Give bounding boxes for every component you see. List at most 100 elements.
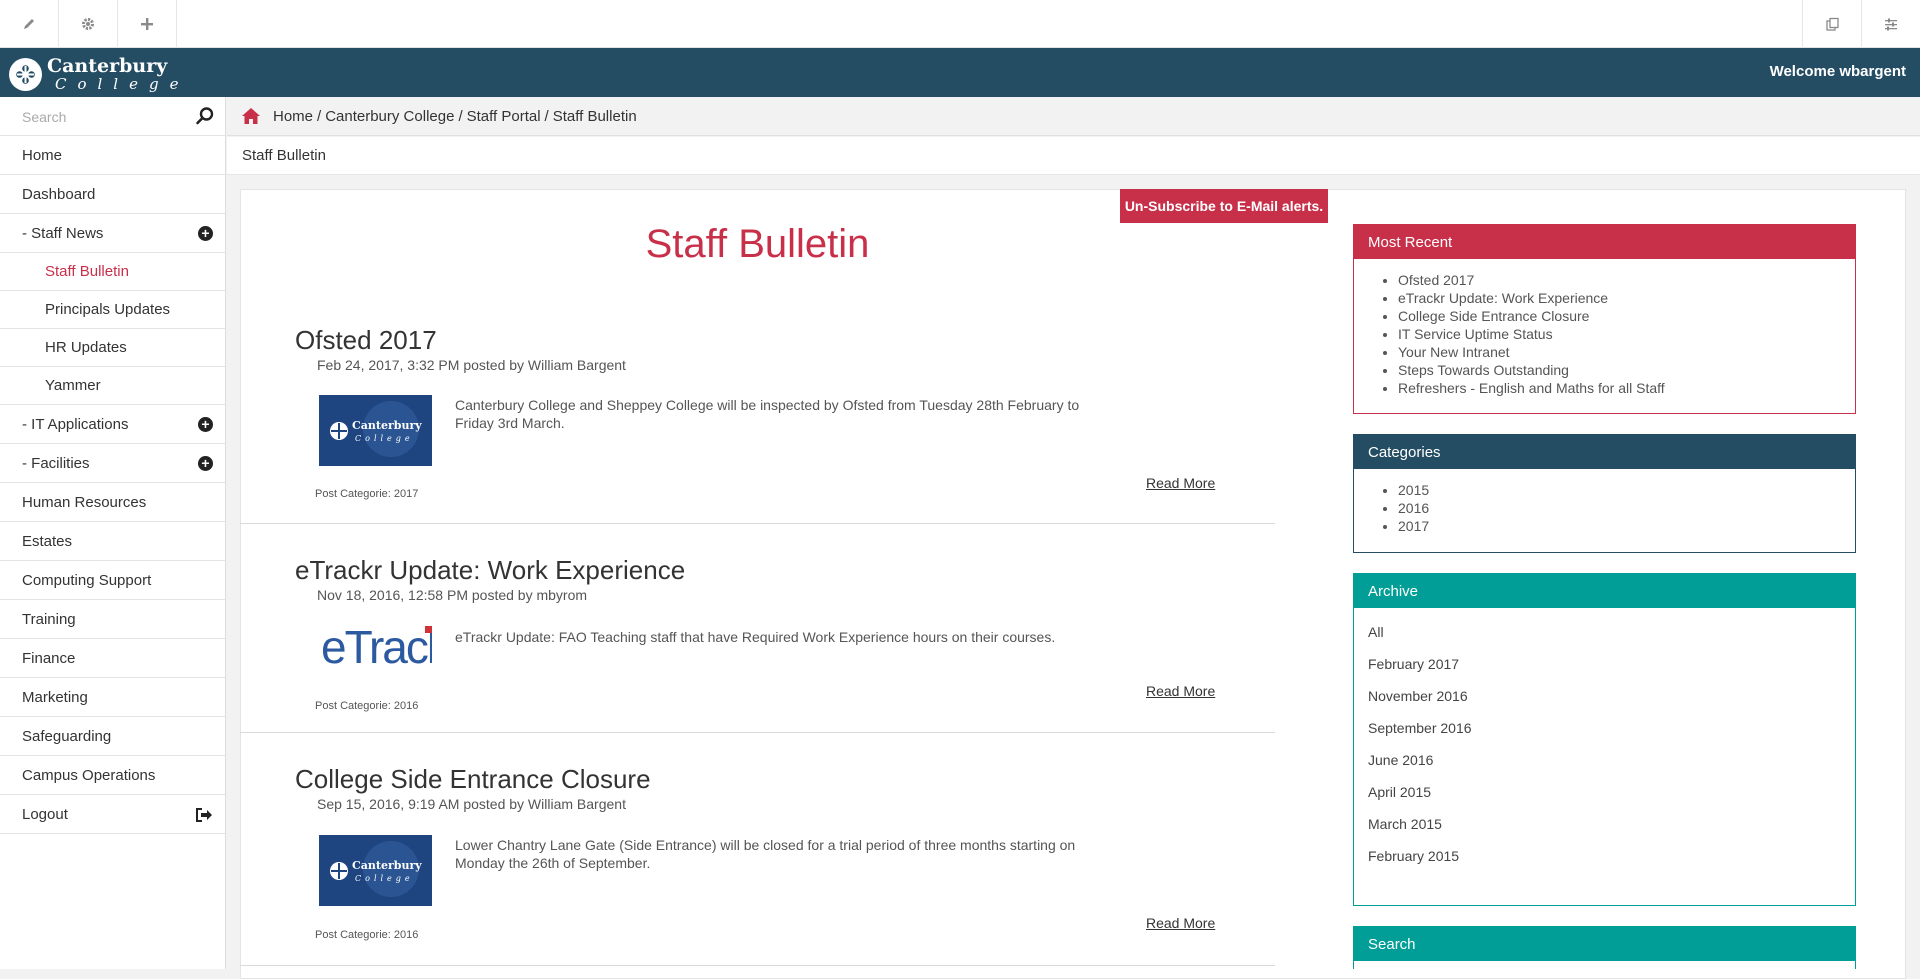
post-excerpt: Lower Chantry Lane Gate (Side Entrance) … [455, 837, 1076, 871]
post-item: College Side Entrance Closure Sep 15, 20… [240, 734, 1275, 966]
list-item[interactable]: Ofsted 2017 [1398, 271, 1855, 289]
widget-title: Categories [1354, 435, 1855, 469]
logout-icon [196, 808, 212, 822]
cross-icon [16, 65, 35, 84]
list-item[interactable]: eTrackr Update: Work Experience [1398, 289, 1855, 307]
sidebar-item-label: - Facilities [22, 454, 90, 472]
search-input[interactable] [0, 97, 225, 136]
expand-plus-icon[interactable]: + [198, 417, 213, 432]
read-more-link[interactable]: Read More [1146, 683, 1215, 699]
page-subtitle: Staff Bulletin [227, 137, 1920, 175]
site-header: Canterbury College Welcome wbargent [0, 48, 1920, 97]
archive-item[interactable]: September 2016 [1368, 720, 1855, 752]
college-logo[interactable]: Canterbury College [7, 53, 179, 93]
post-thumbnail[interactable]: eTrackr [319, 622, 432, 672]
gear-icon[interactable] [59, 0, 118, 48]
sidebar-item-it-applications[interactable]: - IT Applications + [0, 405, 225, 444]
thumb-brand-line2: College [355, 874, 414, 883]
expand-plus-icon[interactable]: + [198, 226, 213, 241]
editor-toolbar [0, 0, 1920, 48]
sidebar-item-computing-support[interactable]: Computing Support [0, 561, 225, 600]
sidebar-item-facilities[interactable]: - Facilities + [0, 444, 225, 483]
brand-line1: Canterbury [47, 55, 168, 77]
sidebar-item-label: Computing Support [22, 571, 152, 589]
home-icon[interactable] [241, 107, 261, 125]
post-meta: Feb 24, 2017, 3:32 PM posted by William … [317, 357, 626, 373]
pencil-icon[interactable] [0, 0, 59, 48]
page-title: Staff Bulletin [645, 222, 870, 266]
sidebar-item-label: Training [22, 610, 76, 628]
plus-icon[interactable] [118, 0, 177, 48]
post-title[interactable]: eTrackr Update: Work Experience [295, 555, 685, 586]
search-icon[interactable] [195, 106, 215, 126]
list-item[interactable]: IT Service Uptime Status [1398, 325, 1855, 343]
list-item[interactable]: 2017 [1398, 517, 1855, 535]
archive-item[interactable]: June 2016 [1368, 752, 1855, 784]
unsubscribe-button[interactable]: Un-Subscribe to E-Mail alerts. [1120, 189, 1328, 223]
post-category: Post Categorie: 2016 [315, 929, 419, 941]
sidebar-item-finance[interactable]: Finance [0, 639, 225, 678]
sidebar-item-label: Home [22, 146, 63, 164]
most-recent-widget: Most Recent Ofsted 2017 eTrackr Update: … [1353, 224, 1856, 414]
sidebar-item-home[interactable]: Home [0, 136, 225, 175]
sidebar-item-training[interactable]: Training [0, 600, 225, 639]
read-more-link[interactable]: Read More [1146, 915, 1215, 931]
sidebar-item-yammer[interactable]: Yammer [0, 367, 225, 405]
archive-item[interactable]: April 2015 [1368, 784, 1855, 816]
post-thumbnail[interactable]: Canterbury College [319, 395, 432, 466]
post-title[interactable]: Ofsted 2017 [295, 325, 437, 356]
post-excerpt: Canterbury College and Sheppey College w… [455, 397, 1080, 431]
post-meta: Nov 18, 2016, 12:58 PM posted by mbyrom [317, 587, 588, 603]
sidebar-item-label: HR Updates [45, 339, 127, 356]
list-item[interactable]: College Side Entrance Closure [1398, 307, 1855, 325]
breadcrumb-separator: / [544, 107, 549, 125]
post-excerpt: eTrackr Update: FAO Teaching staff that … [455, 629, 1056, 645]
welcome-user[interactable]: Welcome wbargent [1770, 63, 1906, 80]
list-item[interactable]: Refreshers - English and Maths for all S… [1398, 379, 1855, 397]
sidebar-search [0, 97, 225, 136]
archive-item[interactable]: February 2017 [1368, 656, 1855, 688]
post-category: Post Categorie: 2016 [315, 700, 419, 712]
search-widget: Search [1353, 926, 1856, 969]
sidebar-item-dashboard[interactable]: Dashboard [0, 175, 225, 214]
copy-icon[interactable] [1802, 0, 1861, 48]
sidebar-item-staff-bulletin[interactable]: Staff Bulletin [0, 253, 225, 291]
sidebar-item-human-resources[interactable]: Human Resources [0, 483, 225, 522]
sidebar-item-marketing[interactable]: Marketing [0, 678, 225, 717]
breadcrumb-staff-bulletin[interactable]: Staff Bulletin [553, 108, 637, 125]
widget-title: Most Recent [1354, 225, 1855, 259]
list-item[interactable]: Your New Intranet [1398, 343, 1855, 361]
sidebar-item-label: - IT Applications [22, 415, 129, 433]
sidebar-item-label: Dashboard [22, 185, 96, 203]
list-item[interactable]: 2016 [1398, 499, 1855, 517]
archive-item[interactable]: All [1368, 624, 1855, 656]
breadcrumb-home[interactable]: Home [273, 108, 313, 125]
sidebar-item-staff-news[interactable]: - Staff News + [0, 214, 225, 253]
categories-list: 2015 2016 2017 [1354, 469, 1855, 547]
breadcrumb-canterbury-college[interactable]: Canterbury College [325, 108, 454, 125]
post-thumbnail[interactable]: Canterbury College [319, 835, 432, 906]
thumb-brand-line1: Canterbury [352, 859, 422, 872]
read-more-link[interactable]: Read More [1146, 475, 1215, 491]
sidebar-item-campus-operations[interactable]: Campus Operations [0, 756, 225, 795]
list-item[interactable]: 2015 [1398, 481, 1855, 499]
sidebar-item-logout[interactable]: Logout [0, 795, 225, 834]
breadcrumb-staff-portal[interactable]: Staff Portal [467, 108, 541, 125]
archive-item[interactable]: February 2015 [1368, 848, 1855, 880]
post-title[interactable]: College Side Entrance Closure [295, 764, 651, 795]
expand-plus-icon[interactable]: + [198, 456, 213, 471]
archive-item[interactable]: March 2015 [1368, 816, 1855, 848]
breadcrumb-separator: / [317, 107, 322, 125]
sliders-icon[interactable] [1861, 0, 1920, 48]
sidebar-item-label: Staff Bulletin [45, 263, 129, 280]
sidebar-item-label: Safeguarding [22, 727, 112, 745]
sidebar-item-estates[interactable]: Estates [0, 522, 225, 561]
sidebar-item-principals-updates[interactable]: Principals Updates [0, 291, 225, 329]
etrackr-logo: eTrackr [321, 622, 432, 672]
archive-item[interactable]: November 2016 [1368, 688, 1855, 720]
widget-title: Search [1354, 927, 1855, 961]
sidebar-item-safeguarding[interactable]: Safeguarding [0, 717, 225, 756]
list-item[interactable]: Steps Towards Outstanding [1398, 361, 1855, 379]
sidebar-item-label: Finance [22, 649, 76, 667]
sidebar-item-hr-updates[interactable]: HR Updates [0, 329, 225, 367]
